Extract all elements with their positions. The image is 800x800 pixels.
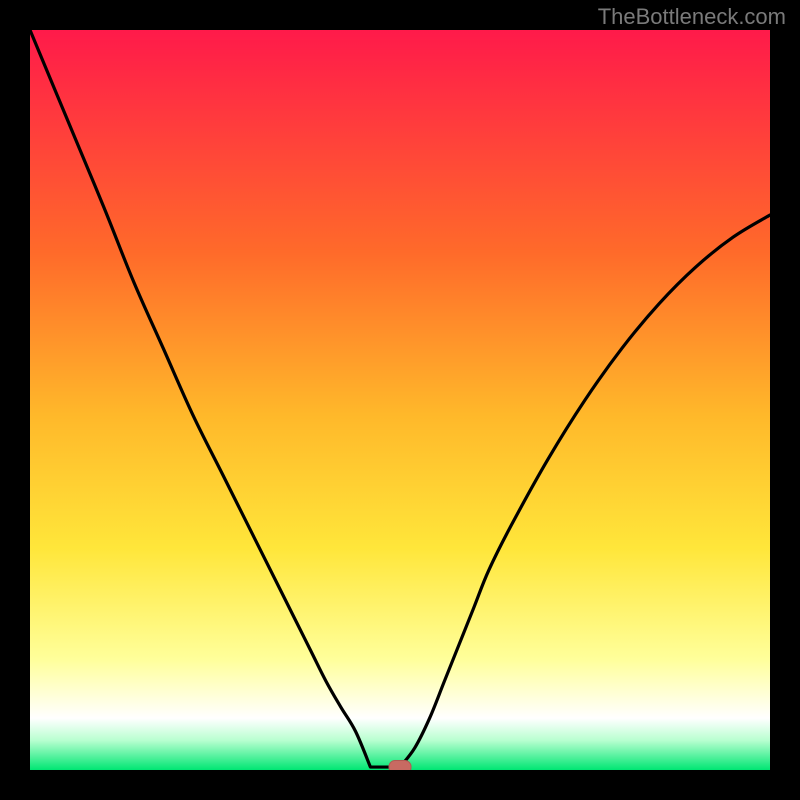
attribution-text: TheBottleneck.com bbox=[598, 4, 786, 30]
plot-frame bbox=[30, 30, 770, 770]
plot-svg bbox=[30, 30, 770, 770]
gradient-bg bbox=[30, 30, 770, 770]
optimal-marker bbox=[389, 761, 411, 770]
